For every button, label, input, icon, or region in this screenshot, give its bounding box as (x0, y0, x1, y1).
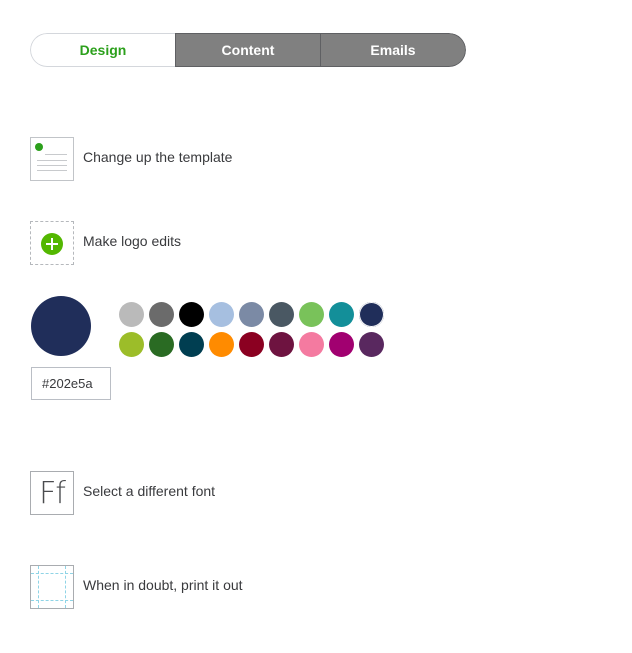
tab-content[interactable]: Content (175, 33, 321, 67)
color-swatch[interactable] (299, 332, 324, 357)
plus-circle-icon (41, 233, 63, 255)
font-label: Select a different font (83, 483, 216, 499)
template-icon (30, 137, 74, 181)
color-swatch[interactable] (299, 302, 324, 327)
color-swatch[interactable] (149, 332, 174, 357)
color-swatch[interactable] (179, 332, 204, 357)
color-swatch[interactable] (239, 302, 264, 327)
tab-design[interactable]: Design (30, 33, 175, 67)
change-template-option[interactable]: Change up the template (30, 137, 232, 181)
print-label: When in doubt, print it out (83, 577, 243, 593)
font-icon: Ff (30, 471, 74, 515)
selected-color-preview (31, 296, 91, 356)
print-option[interactable]: When in doubt, print it out (30, 565, 243, 609)
change-template-label: Change up the template (83, 149, 233, 165)
color-swatch[interactable] (239, 332, 264, 357)
color-swatch[interactable] (119, 332, 144, 357)
font-option[interactable]: Ff Select a different font (30, 471, 215, 515)
color-swatch[interactable] (329, 332, 354, 357)
logo-edits-label: Make logo edits (83, 233, 182, 249)
color-swatch[interactable] (209, 302, 234, 327)
palette-row-1 (119, 302, 389, 332)
color-swatch[interactable] (269, 302, 294, 327)
font-glyph: Ff (39, 475, 66, 511)
color-swatch[interactable] (359, 302, 384, 327)
color-swatch[interactable] (359, 332, 384, 357)
color-swatch[interactable] (209, 332, 234, 357)
design-tabs: Design Content Emails (30, 33, 466, 67)
color-swatch[interactable] (119, 302, 144, 327)
add-logo-icon (30, 221, 74, 265)
color-swatch[interactable] (179, 302, 204, 327)
color-swatch[interactable] (269, 332, 294, 357)
palette-row-2 (119, 332, 389, 362)
print-margins-icon (30, 565, 74, 609)
logo-edits-option[interactable]: Make logo edits (30, 221, 181, 265)
color-swatch[interactable] (329, 302, 354, 327)
color-swatch[interactable] (149, 302, 174, 327)
color-palette (119, 302, 389, 362)
tab-emails[interactable]: Emails (321, 33, 466, 67)
hex-color-input[interactable] (31, 367, 111, 400)
